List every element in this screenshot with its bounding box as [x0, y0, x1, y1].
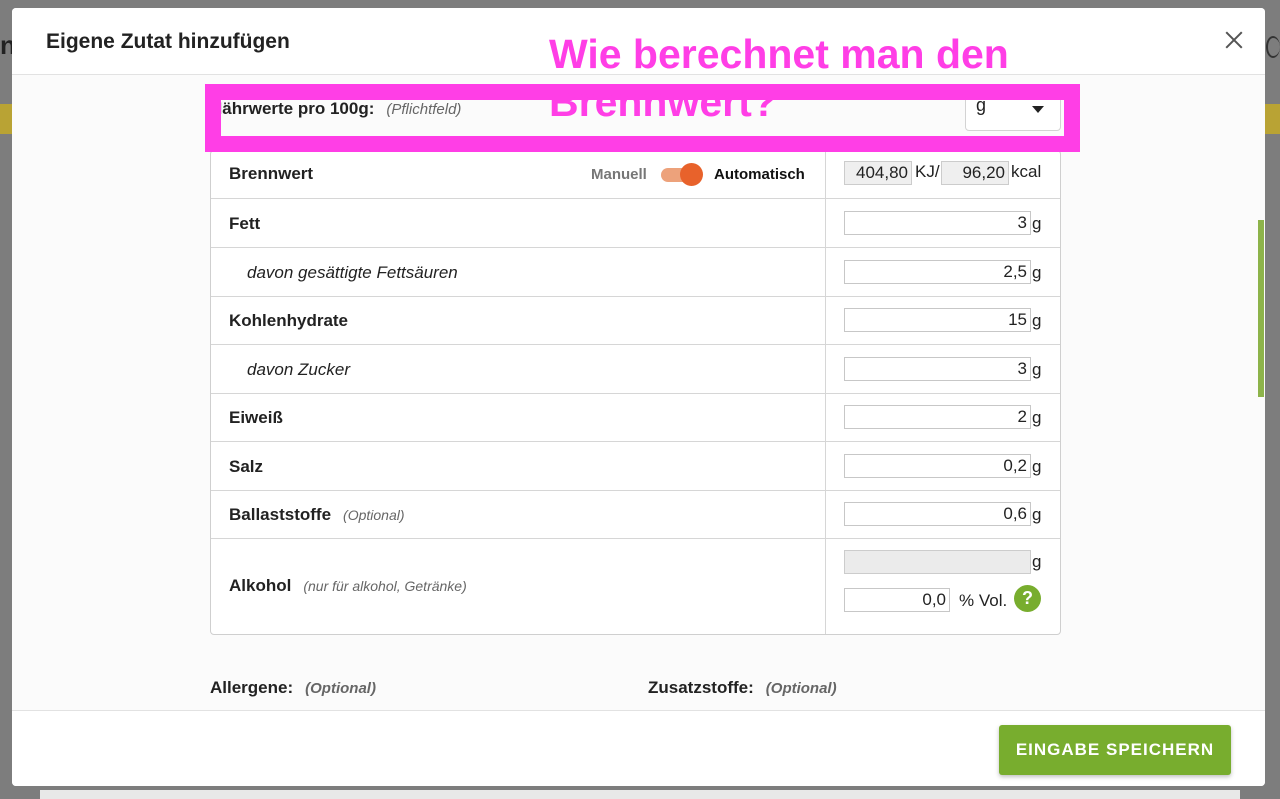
energy-kj-value: 404,80	[844, 161, 912, 185]
alcohol-volume-unit: % Vol.	[959, 591, 1008, 610]
row-label-group: Ballaststoffe (Optional)	[229, 505, 405, 525]
row-unit: g	[1032, 360, 1042, 379]
energy-kcal-value: 96,20	[941, 161, 1009, 185]
row-unit: g	[1032, 457, 1042, 476]
alcohol-label: Alkohol	[229, 576, 292, 595]
additives-label: Zusatzstoffe:	[648, 678, 754, 697]
table-row: Kohlenhydrate 15 g	[211, 296, 1060, 344]
row-label: Salz	[229, 457, 264, 476]
allergens-label: Allergene:	[210, 678, 294, 697]
table-row: davon gesättigte Fettsäuren 2,5 g	[211, 247, 1060, 296]
alcohol-grams-unit: g	[1032, 552, 1042, 571]
row-unit: g	[1032, 408, 1042, 427]
modal-title: Eigene Zutat hinzufügen	[46, 30, 290, 53]
add-ingredient-modal: Eigene Zutat hinzufügen Nährwerte pro 10…	[12, 8, 1265, 786]
toggle-label-automatic[interactable]: Automatisch	[714, 166, 805, 183]
background-power-icon	[1266, 36, 1280, 58]
table-row: Fett 3 g	[211, 198, 1060, 247]
row-label: davon gesättigte Fettsäuren	[247, 263, 458, 282]
scrollbar-thumb[interactable]	[1258, 220, 1264, 397]
table-row: Salz 0,2 g	[211, 441, 1060, 490]
modal-body[interactable]: Nährwerte pro 100g: (Pflichtfeld) g Bren…	[12, 75, 1265, 710]
sugar-input[interactable]: 3	[844, 357, 1031, 381]
table-row-alcohol: Alkohol (nur für alkohol, Getränke) g 0,0…	[211, 538, 1060, 634]
row-label: davon Zucker	[247, 360, 350, 379]
save-button[interactable]: EINGABE SPEICHERN	[999, 725, 1231, 775]
alcohol-grams-input[interactable]	[844, 550, 1031, 574]
row-unit: g	[1032, 311, 1042, 330]
energy-kj-unit: KJ/	[915, 162, 940, 181]
column-divider	[825, 345, 826, 393]
column-divider	[825, 151, 826, 198]
column-divider	[825, 297, 826, 344]
row-label: Fett	[229, 214, 261, 233]
row-unit: g	[1032, 505, 1042, 524]
column-divider	[825, 199, 826, 247]
row-label: Eiweiß	[229, 408, 283, 427]
column-divider	[825, 248, 826, 296]
row-unit: g	[1032, 263, 1042, 282]
close-icon[interactable]	[1222, 28, 1246, 52]
alcohol-hint: (nur für alkohol, Getränke)	[303, 578, 467, 594]
modal-footer: EINGABE SPEICHERN	[12, 710, 1265, 786]
toggle-knob	[680, 163, 703, 186]
carbohydrates-input[interactable]: 15	[844, 308, 1031, 332]
background-page-footer	[40, 790, 1240, 799]
annotation-question: Wie berechnet man den Brennwert?	[549, 31, 1009, 125]
protein-input[interactable]: 2	[844, 405, 1031, 429]
alcohol-volume-input[interactable]: 0,0	[844, 588, 950, 612]
column-divider	[825, 442, 826, 490]
allergens-hint: (Optional)	[305, 680, 376, 697]
additives-group: Zusatzstoffe: (Optional)	[648, 678, 837, 698]
nutrition-table: Brennwert Manuell Automatisch 404,80 KJ/…	[210, 150, 1061, 635]
additives-hint: (Optional)	[765, 680, 837, 697]
fiber-input[interactable]: 0,6	[844, 502, 1031, 526]
column-divider	[825, 394, 826, 441]
energy-kcal-unit: kcal	[1011, 162, 1042, 181]
energy-mode-toggle[interactable]	[661, 163, 703, 186]
row-unit: g	[1032, 214, 1042, 233]
row-label: Kohlenhydrate	[229, 311, 349, 330]
background-app-logo-fragment: n	[0, 30, 12, 60]
energy-row: Brennwert Manuell Automatisch 404,80 KJ/…	[211, 151, 1060, 198]
row-label: Ballaststoffe	[229, 505, 332, 524]
allergens-group: Allergene: (Optional)	[210, 678, 376, 698]
energy-label: Brennwert	[229, 164, 314, 183]
fat-input[interactable]: 3	[844, 211, 1031, 235]
help-icon[interactable]: ?	[1014, 585, 1041, 612]
table-row: Ballaststoffe (Optional) 0,6 g	[211, 490, 1060, 538]
table-row: Eiweiß 2 g	[211, 393, 1060, 441]
salt-input[interactable]: 0,2	[844, 454, 1031, 478]
saturated-fat-input[interactable]: 2,5	[844, 260, 1031, 284]
row-label-group: Alkohol (nur für alkohol, Getränke)	[229, 576, 467, 596]
toggle-label-manual[interactable]: Manuell	[591, 166, 647, 183]
column-divider	[825, 539, 826, 634]
column-divider	[825, 491, 826, 538]
row-optional-hint: (Optional)	[343, 507, 405, 523]
table-row: davon Zucker 3 g	[211, 344, 1060, 393]
